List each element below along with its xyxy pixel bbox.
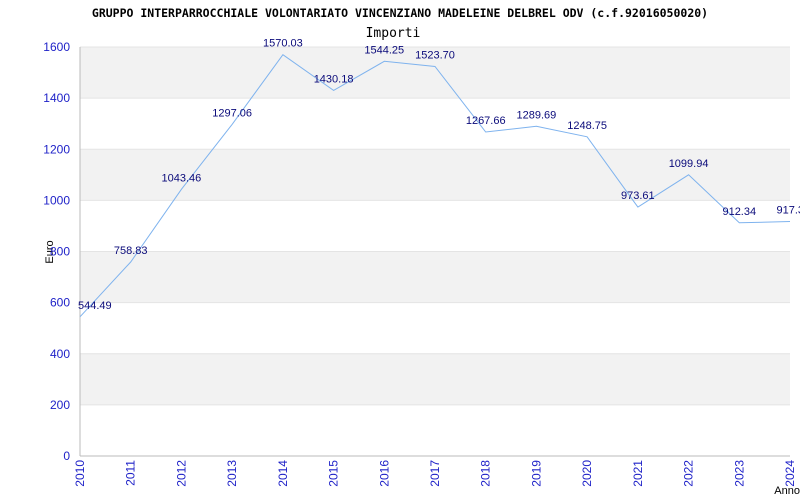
data-label: 1430.18 <box>314 73 354 85</box>
y-tick-label: 200 <box>50 398 70 412</box>
x-tick-label: 2017 <box>428 460 442 487</box>
x-tick-label: 2024 <box>783 460 797 487</box>
chart-title: GRUPPO INTERPARROCCHIALE VOLONTARIATO VI… <box>92 6 708 20</box>
x-ticks: 2010 2011 2012 2013 2014 2015 2016 2017 2018 2019… <box>73 460 797 487</box>
x-tick-label: 2011 <box>124 460 138 486</box>
x-tick-label: 2019 <box>529 460 543 487</box>
x-tick-label: 2013 <box>225 460 239 487</box>
x-tick-label: 2023 <box>732 460 746 487</box>
x-tick-label: 2010 <box>73 460 87 487</box>
chart-subtitle: Importi <box>366 26 421 41</box>
y-tick-label: 400 <box>50 347 70 361</box>
x-tick-label: 2020 <box>580 460 594 487</box>
data-label: 1544.25 <box>364 44 404 56</box>
data-label: 917.3 <box>776 205 800 217</box>
data-label: 758.83 <box>114 245 148 257</box>
y-tick-label: 1200 <box>43 142 70 156</box>
y-tick-label: 600 <box>50 296 70 310</box>
y-tick-label: 1600 <box>43 40 70 54</box>
x-tick-label: 2021 <box>631 460 645 487</box>
y-tick-label: 0 <box>63 449 70 463</box>
y-tick-label: 1000 <box>43 193 70 207</box>
data-label: 1248.75 <box>567 120 607 132</box>
data-label: 1523.70 <box>415 50 455 62</box>
data-label: 1570.03 <box>263 38 303 50</box>
data-label: 973.61 <box>621 190 655 202</box>
data-label: 1043.46 <box>162 172 202 184</box>
grid-bands <box>80 47 790 405</box>
x-tick-label: 2014 <box>276 460 290 487</box>
data-label: 544.49 <box>78 300 112 312</box>
x-tick-label: 2016 <box>377 460 391 487</box>
x-tick-label: 2015 <box>327 460 341 487</box>
chart: GRUPPO INTERPARROCCHIALE VOLONTARIATO VI… <box>43 6 800 497</box>
x-tick-label: 2018 <box>479 460 493 487</box>
data-label: 1297.06 <box>212 107 252 119</box>
y-tick-label: 1400 <box>43 91 70 105</box>
grid-band <box>80 251 790 303</box>
data-label: 1267.66 <box>466 115 506 127</box>
data-label: 1289.69 <box>517 109 557 121</box>
x-tick-label: 2022 <box>682 460 696 487</box>
data-label: 1099.94 <box>669 158 709 170</box>
y-tick-label: 800 <box>50 245 70 259</box>
data-label: 912.34 <box>722 206 756 218</box>
grid-band <box>80 353 790 405</box>
x-tick-label: 2012 <box>174 460 188 487</box>
